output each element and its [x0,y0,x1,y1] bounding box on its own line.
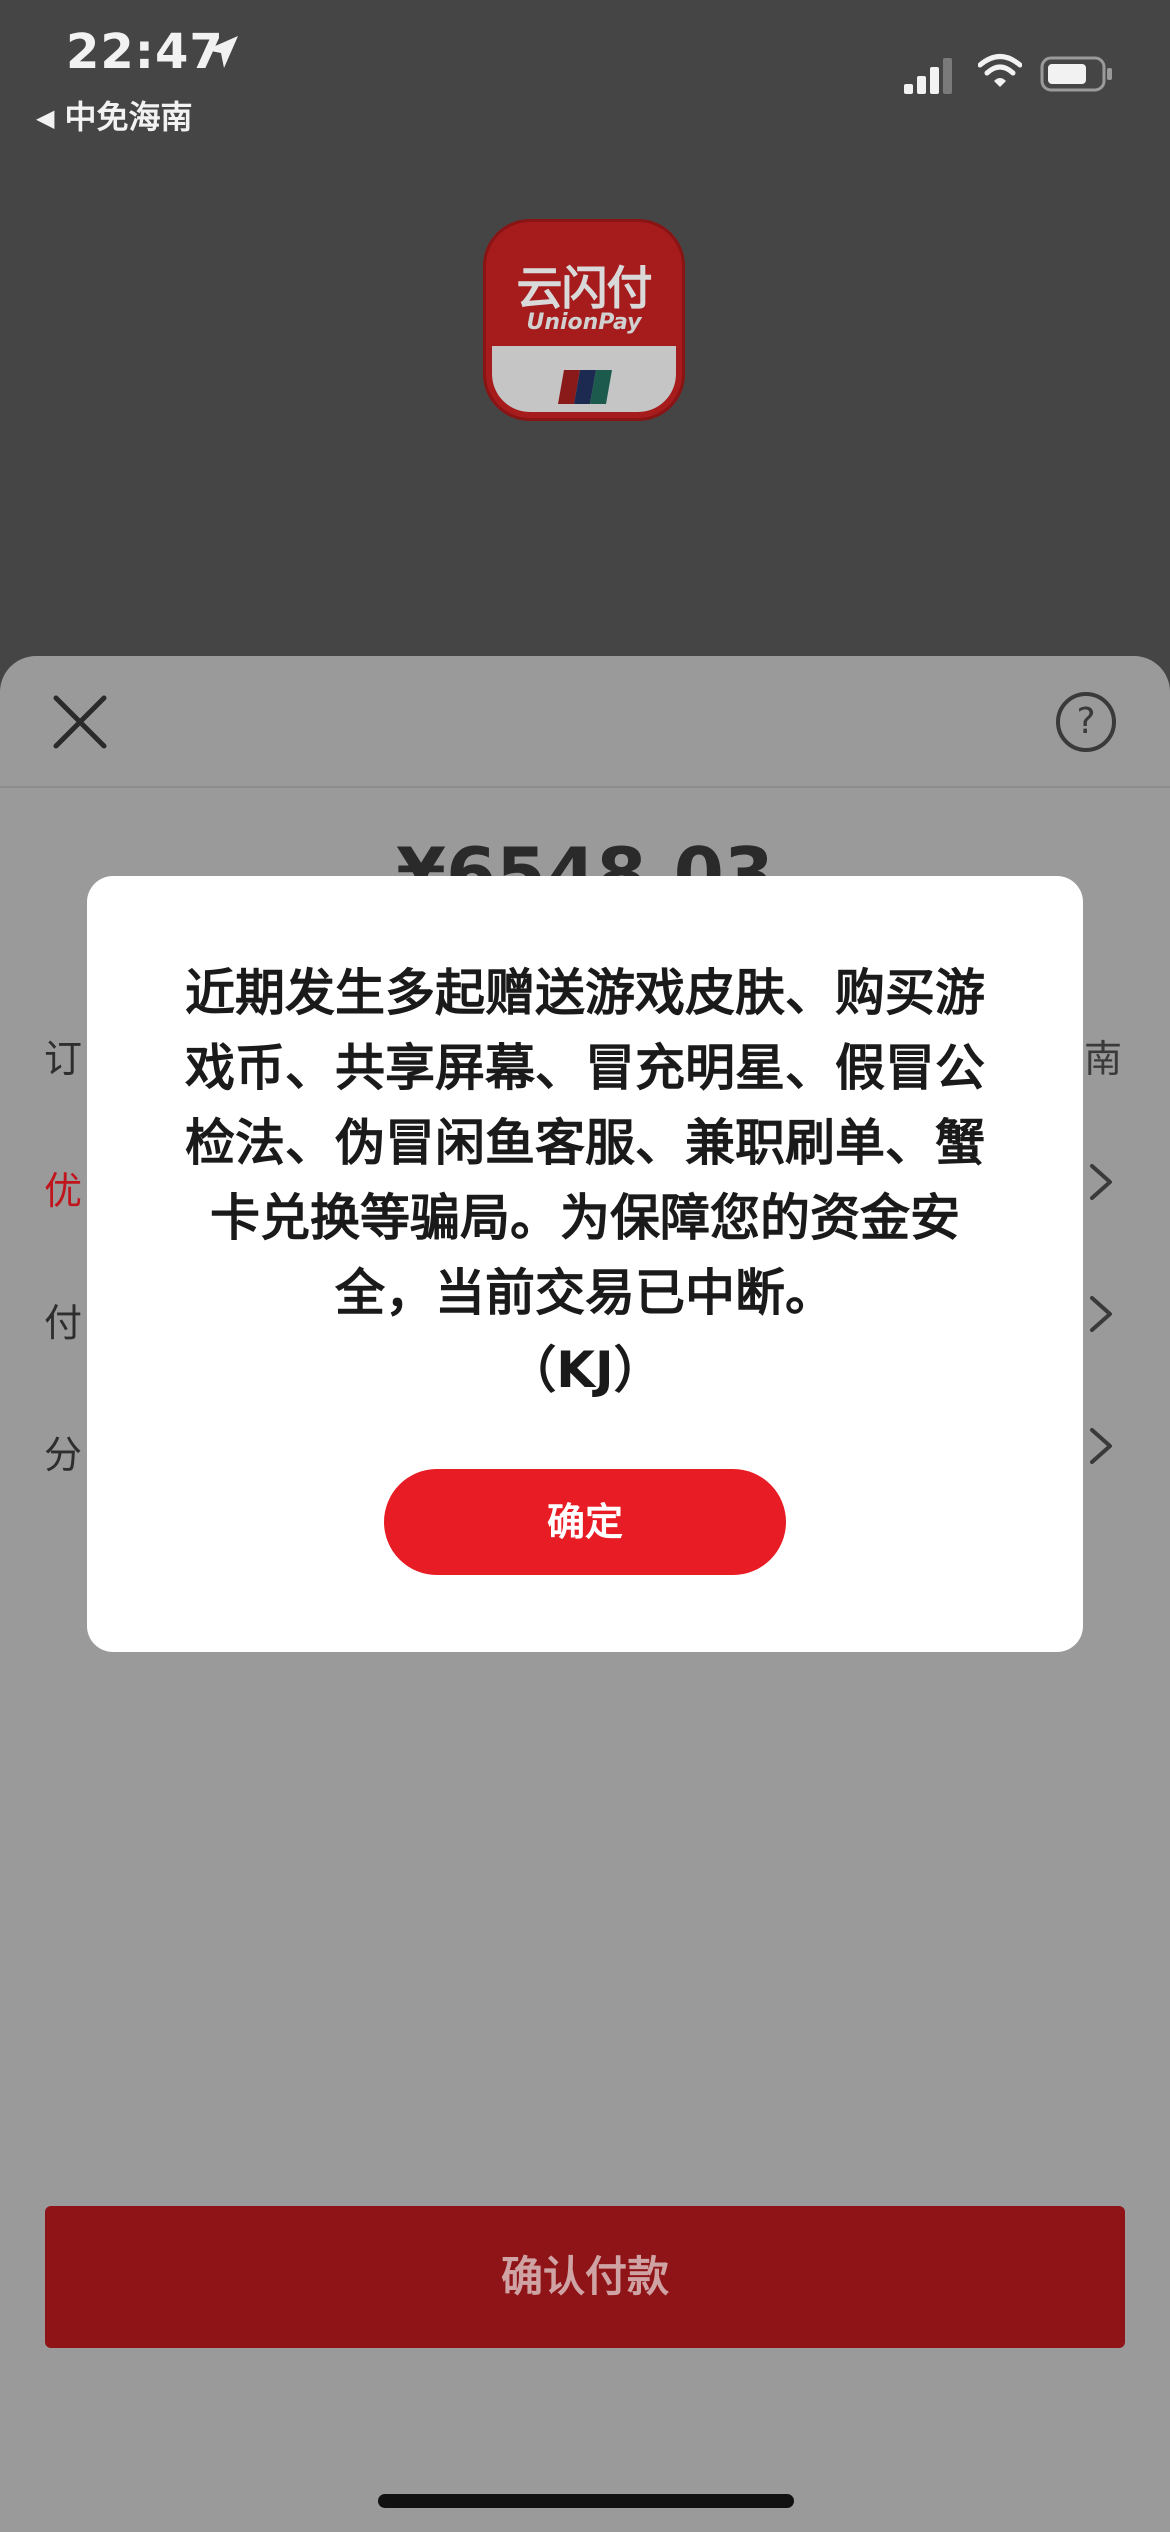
cellular-signal-icon [904,58,952,94]
status-time: 22:47 [66,24,224,80]
confirm-payment-button[interactable]: 确认付款 [45,2206,1125,2348]
chevron-right-icon[interactable] [1088,1426,1114,1466]
location-arrow-icon [206,36,238,68]
row-installment-label[interactable]: 分 [44,1424,82,1479]
sheet-header: ? [0,656,1170,788]
unionpay-card-icon [558,370,612,404]
close-icon[interactable] [52,694,108,750]
app-logo-name-cn: 云闪付 [516,261,653,315]
help-icon[interactable]: ? [1056,692,1116,752]
dialog-message: 近期发生多起赠送游戏皮肤、购买游戏币、共享屏幕、冒充明星、假冒公检法、伪冒闲鱼客… [185,964,985,1322]
home-indicator[interactable] [378,2494,794,2508]
app-logo-name-en: UnionPay [526,310,642,335]
status-bar: 22:47 ◀ 中免海南 [0,0,1170,140]
wifi-icon [978,54,1022,87]
chevron-right-icon[interactable] [1088,1162,1114,1202]
fraud-warning-dialog: 近期发生多起赠送游戏皮肤、购买游戏币、共享屏幕、冒充明星、假冒公检法、伪冒闲鱼客… [87,876,1083,1652]
row-order-value: 南 [1083,1037,1122,1081]
ok-button[interactable]: 确定 [384,1469,786,1575]
chevron-right-icon[interactable] [1088,1294,1114,1334]
row-order-label: 订 [44,1037,83,1081]
back-triangle-icon: ◀ [36,104,55,132]
app-logo: 云闪付 UnionPay [486,222,682,418]
back-app-label: 中免海南 [64,98,193,136]
row-payment-method-label[interactable]: 付 [44,1292,82,1347]
back-to-app-link[interactable]: ◀ 中免海南 [36,92,192,138]
battery-icon [1040,56,1112,92]
row-discount-label[interactable]: 优 [44,1160,82,1215]
dialog-code: （KJ） [506,1341,664,1399]
